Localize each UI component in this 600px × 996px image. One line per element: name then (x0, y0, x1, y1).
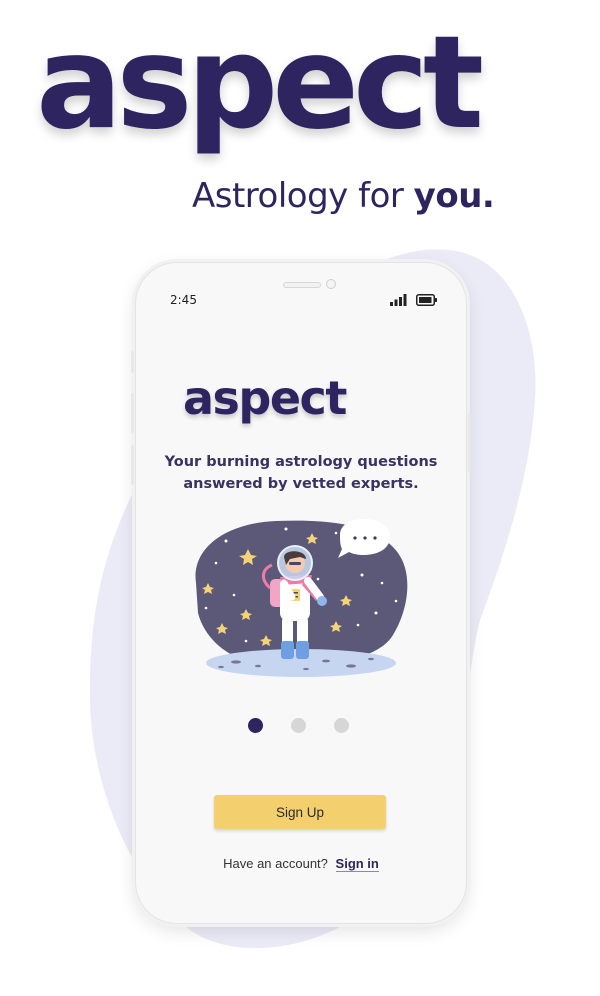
tagline: Astrology for you. (192, 176, 495, 216)
pagination-dot-1[interactable] (248, 718, 263, 733)
account-prompt: Have an account? (223, 856, 328, 871)
astronaut-illustration (195, 519, 408, 677)
phone-mute-switch (131, 351, 134, 373)
onboarding-subtitle: Your burning astrology questions answere… (164, 454, 438, 492)
pagination-dot-2[interactable] (291, 718, 306, 733)
battery-icon (416, 294, 437, 306)
account-row: Have an account? Sign in (136, 856, 466, 872)
hero-logo: aspect (36, 9, 484, 158)
phone-volume-down (131, 445, 134, 485)
phone-speaker (283, 282, 321, 288)
sign-in-link[interactable]: Sign in (335, 856, 379, 872)
sign-up-button[interactable]: Sign Up (214, 795, 386, 829)
pagination-dot-3[interactable] (334, 718, 349, 733)
pagination-dots (248, 718, 349, 733)
phone-camera (326, 279, 336, 289)
phone-volume-up (131, 393, 134, 433)
app-logo: aspect (183, 371, 347, 425)
status-time: 2:45 (170, 293, 197, 307)
signal-icon (390, 294, 407, 306)
phone-mockup: 2:45 aspect Your burning astrology quest… (131, 262, 471, 924)
phone-power-button (468, 413, 471, 473)
status-icons (390, 293, 438, 306)
tagline-prefix: Astrology for (192, 176, 404, 216)
tagline-emphasis: you. (413, 176, 495, 216)
